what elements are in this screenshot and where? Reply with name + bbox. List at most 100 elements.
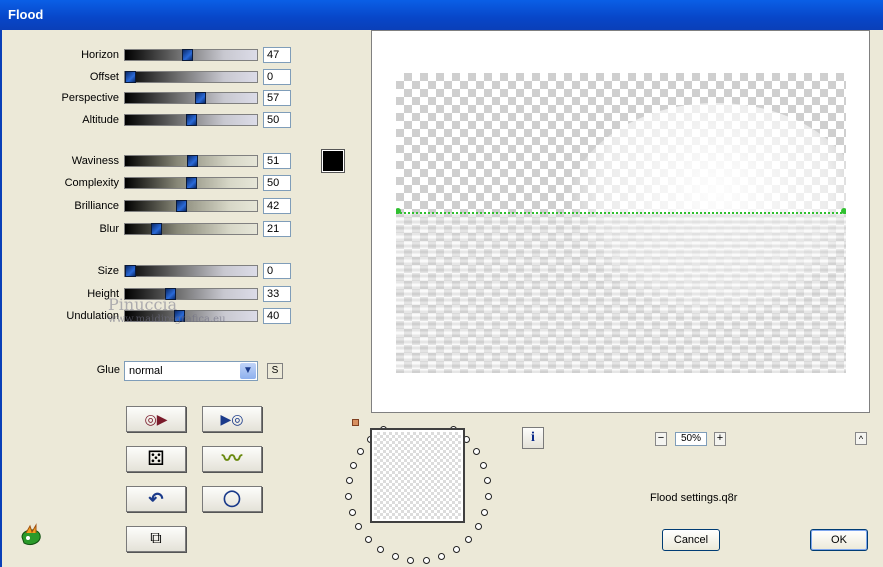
slider-altitude[interactable] xyxy=(124,114,258,126)
value-field-height[interactable]: 33 xyxy=(263,286,291,302)
slider-thumb[interactable] xyxy=(195,92,206,104)
slider-label-text: Perspective xyxy=(61,92,119,104)
random-button[interactable]: ⚄ xyxy=(126,446,186,472)
slider-thumb[interactable] xyxy=(186,177,197,189)
ring-icon: ◯ xyxy=(223,490,241,507)
glue-select[interactable]: normal ▼ xyxy=(124,361,258,381)
slider-blur[interactable] xyxy=(124,223,258,235)
dial-dot[interactable] xyxy=(357,448,364,455)
dial-dot[interactable] xyxy=(475,523,482,530)
value-field-altitude[interactable]: 50 xyxy=(263,112,291,128)
title-bar: Flood xyxy=(0,0,883,30)
dial-dot[interactable] xyxy=(349,509,356,516)
slider-label-complexity: Complexity xyxy=(8,175,119,193)
glue-s-button[interactable]: S xyxy=(267,363,283,379)
ok-button[interactable]: OK xyxy=(810,529,868,551)
info-icon: i xyxy=(531,430,535,445)
value-field-complexity[interactable]: 50 xyxy=(263,175,291,191)
value-field-blur[interactable]: 21 xyxy=(263,221,291,237)
horizon-line[interactable] xyxy=(396,212,846,214)
dial-dot[interactable] xyxy=(423,557,430,564)
dial-dot[interactable] xyxy=(480,462,487,469)
zoom-in-button[interactable]: + xyxy=(714,432,726,446)
value-field-undulation[interactable]: 40 xyxy=(263,308,291,324)
slider-perspective[interactable] xyxy=(124,92,258,104)
preview-panel[interactable] xyxy=(371,30,870,413)
value-field-offset[interactable]: 0 xyxy=(263,69,291,85)
slider-thumb[interactable] xyxy=(125,71,136,83)
slider-label-waviness: Waviness xyxy=(8,153,119,171)
dial-dot[interactable] xyxy=(407,557,414,564)
dial-dot[interactable] xyxy=(355,523,362,530)
chevron-down-icon[interactable]: ▼ xyxy=(240,363,256,379)
copy-pages-icon: ⧉ xyxy=(150,530,162,547)
info-button[interactable]: i xyxy=(522,427,544,449)
dial-dot[interactable] xyxy=(350,462,357,469)
slider-offset[interactable] xyxy=(124,71,258,83)
dial-dot[interactable] xyxy=(365,536,372,543)
zoom-out-button[interactable]: − xyxy=(655,432,667,446)
navigator-thumbnail[interactable] xyxy=(370,428,465,523)
horizon-handle-right[interactable] xyxy=(841,208,846,214)
undo-button[interactable]: ↶ xyxy=(126,486,186,512)
disc-play-icon: ◎▶ xyxy=(144,411,168,427)
slider-label-text: Blur xyxy=(99,223,119,235)
zoom-value[interactable]: 50% xyxy=(675,432,707,446)
navigator-handle[interactable] xyxy=(352,419,359,426)
slider-thumb[interactable] xyxy=(187,155,198,167)
copy-button[interactable]: ⧉ xyxy=(126,526,186,552)
slider-label-perspective: Perspective xyxy=(8,90,119,108)
value-field-size[interactable]: 0 xyxy=(263,263,291,279)
window-title: Flood xyxy=(8,7,44,22)
glue-row: Glue xyxy=(40,362,120,380)
dial-dot[interactable] xyxy=(473,448,480,455)
value-field-perspective[interactable]: 57 xyxy=(263,90,291,106)
color-swatch[interactable] xyxy=(321,149,345,173)
slider-thumb[interactable] xyxy=(182,49,193,61)
slider-thumb[interactable] xyxy=(151,223,162,235)
slider-label-text: Complexity xyxy=(64,177,119,189)
slider-horizon[interactable] xyxy=(124,49,258,61)
dial-dot[interactable] xyxy=(485,493,492,500)
slider-size[interactable] xyxy=(124,265,258,277)
slider-thumb[interactable] xyxy=(186,114,197,126)
value-field-waviness[interactable]: 51 xyxy=(263,153,291,169)
slider-label-text: Offset xyxy=(89,71,119,83)
slider-thumb[interactable] xyxy=(125,265,136,277)
preset-filename: Flood settings.q8r xyxy=(650,492,738,504)
slider-brilliance[interactable] xyxy=(124,200,258,212)
dial-dot[interactable] xyxy=(438,553,445,560)
slider-thumb[interactable] xyxy=(176,200,187,212)
wave-button[interactable]: 〰 xyxy=(202,446,262,472)
slider-label-altitude: Altitude xyxy=(8,112,119,130)
dial-dot[interactable] xyxy=(465,536,472,543)
play-disc-icon: ▶◎ xyxy=(220,411,244,427)
dial-dot[interactable] xyxy=(392,553,399,560)
load-preset-button[interactable]: ◎▶ xyxy=(126,406,186,432)
reset-button[interactable]: ◯ xyxy=(202,486,262,512)
slider-label-undulation: Undulation xyxy=(8,308,119,326)
dial-dot[interactable] xyxy=(453,546,460,553)
slider-label-blur: Blur xyxy=(8,221,119,239)
slider-complexity[interactable] xyxy=(124,177,258,189)
dice-icon: ⚄ xyxy=(147,448,165,470)
slider-label-text: Waviness xyxy=(71,155,119,167)
collapse-button[interactable]: ^ xyxy=(855,432,867,445)
slider-waviness[interactable] xyxy=(124,155,258,167)
value-field-brilliance[interactable]: 42 xyxy=(263,198,291,214)
slider-label-text: Horizon xyxy=(81,49,119,61)
slider-label-height: Height xyxy=(8,286,119,304)
dial-dot[interactable] xyxy=(377,546,384,553)
preview-water xyxy=(396,213,846,373)
value-field-horizon[interactable]: 47 xyxy=(263,47,291,63)
cancel-button[interactable]: Cancel xyxy=(662,529,720,551)
dial-dot[interactable] xyxy=(346,477,353,484)
dial-dot[interactable] xyxy=(481,509,488,516)
glue-select-value: normal xyxy=(129,365,163,377)
dial-dot[interactable] xyxy=(484,477,491,484)
save-preset-button[interactable]: ▶◎ xyxy=(202,406,262,432)
dial-dot[interactable] xyxy=(345,493,352,500)
slider-label-text: Undulation xyxy=(66,310,119,322)
thumbnail-canvas xyxy=(374,432,461,519)
slider-label-horizon: Horizon xyxy=(8,47,119,65)
